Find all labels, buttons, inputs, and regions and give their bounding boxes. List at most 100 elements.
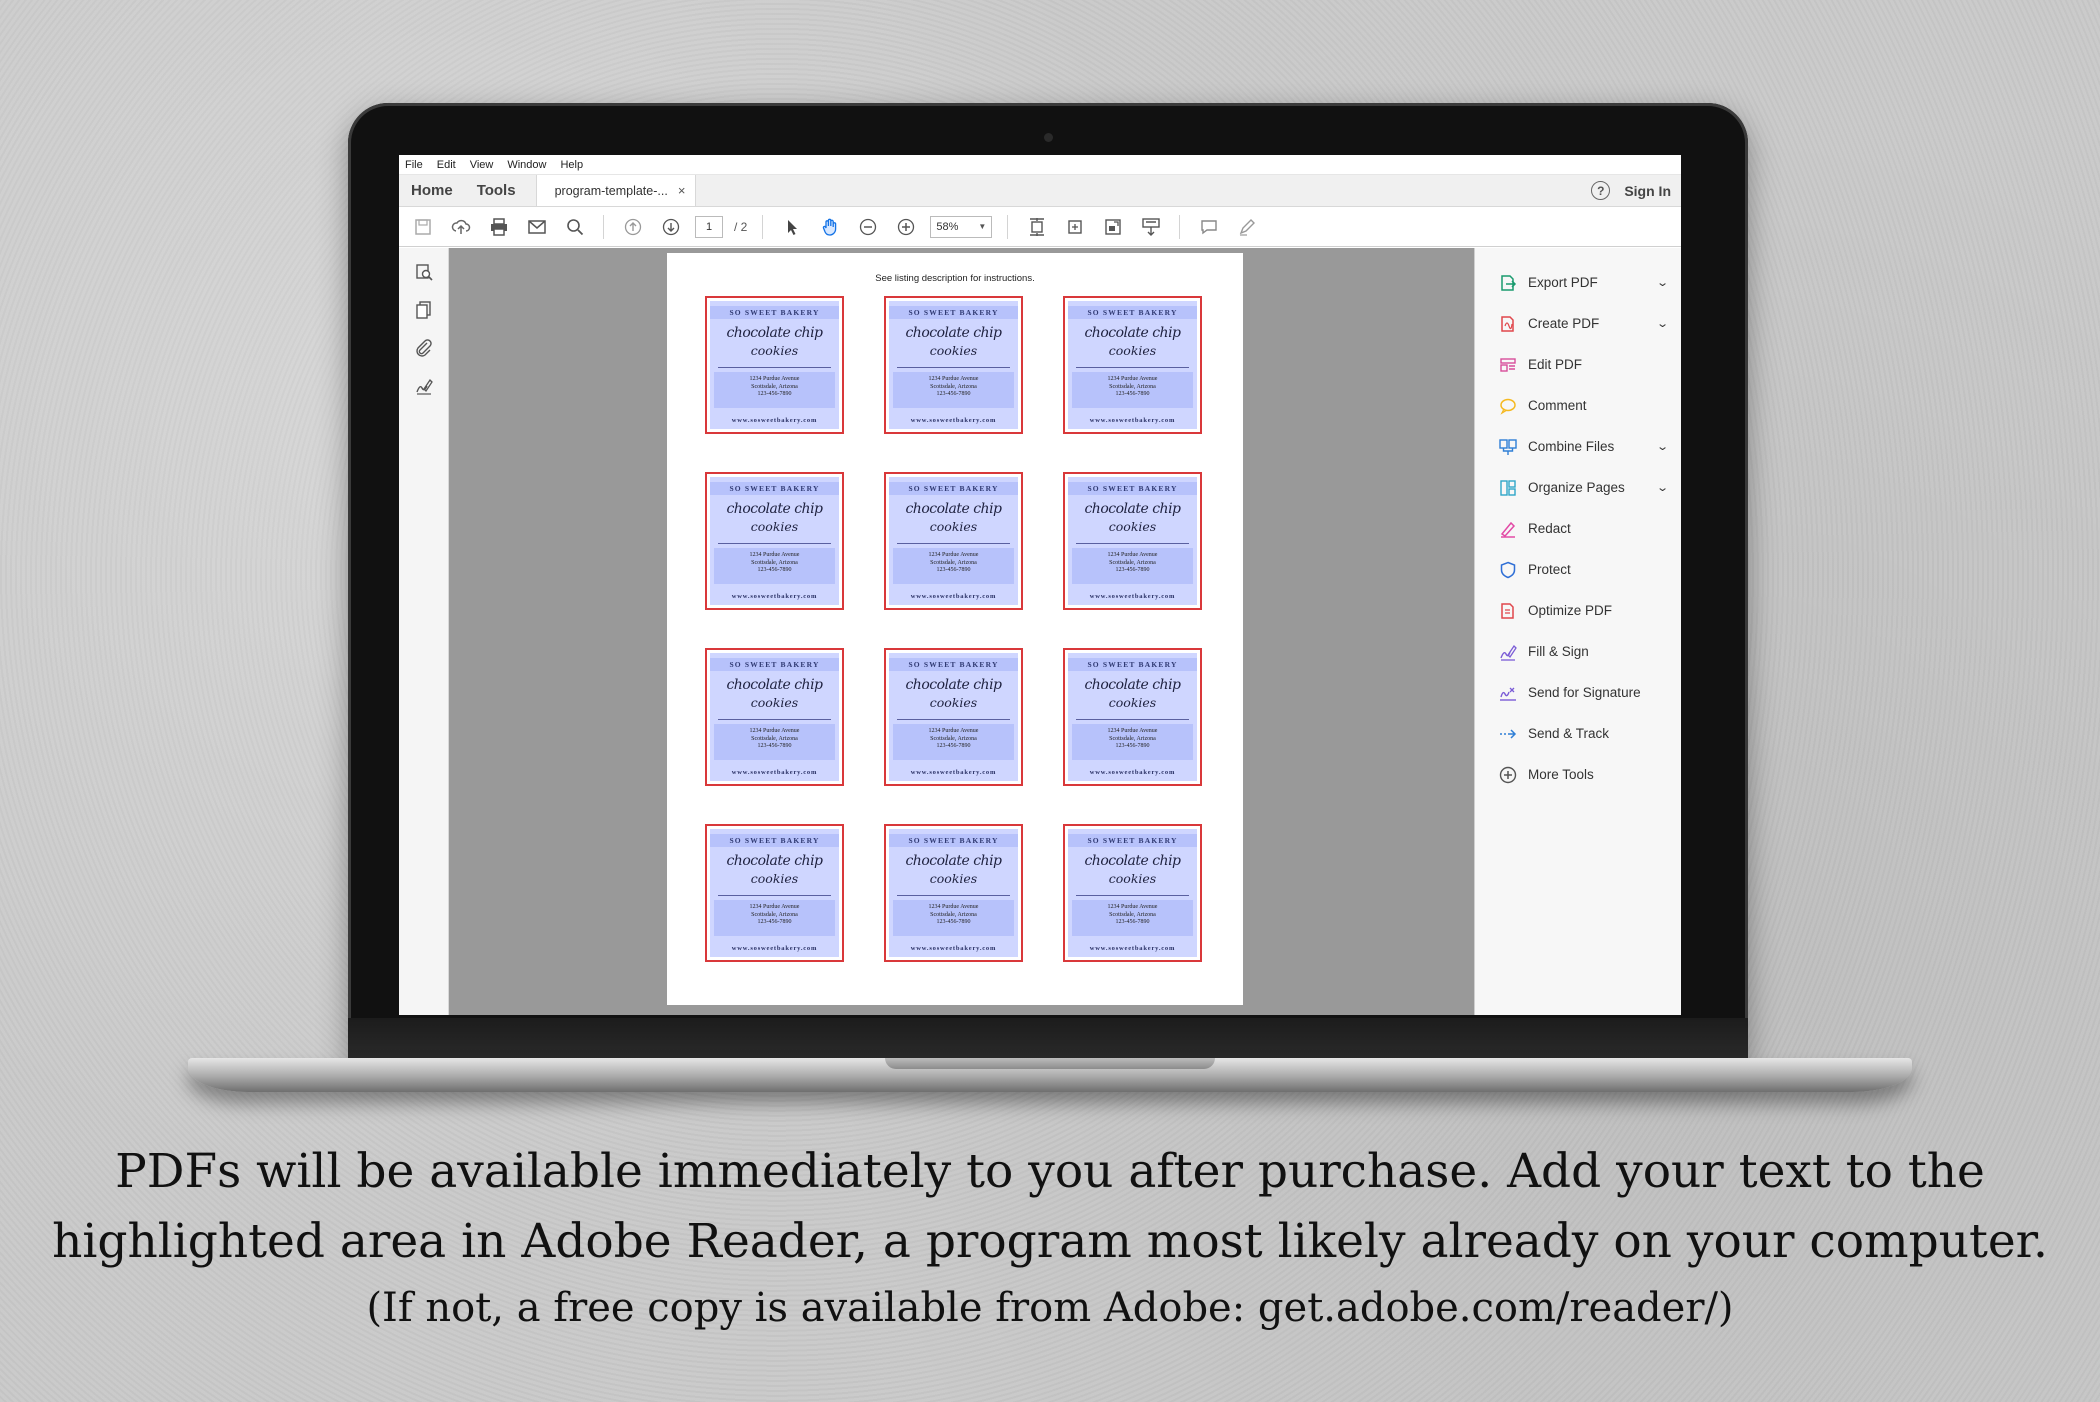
label-highlight-area[interactable]: SO SWEET BAKERY chocolate chip cookies 1… [710,829,839,957]
select-cursor-icon[interactable] [778,213,805,240]
tool-item-export-pdf[interactable]: Export PDF ⌄ [1475,262,1681,303]
label-address-line: 1234 Purdue Avenue [928,904,979,910]
tool-item-send-for-signature[interactable]: Send for Signature [1475,672,1681,713]
label-card[interactable]: SO SWEET BAKERY chocolate chip cookies 1… [705,824,844,962]
zoom-select[interactable]: 58% ▼ [930,215,993,238]
chevron-down-icon[interactable]: ⌄ [1656,481,1669,494]
label-address-box: 1234 Purdue Avenue Scottsdale, Arizona 1… [714,372,835,408]
label-bakery-name: SO SWEET BAKERY [908,484,999,493]
label-highlight-area[interactable]: SO SWEET BAKERY chocolate chip cookies 1… [889,653,1018,781]
comment-icon[interactable] [1195,213,1222,240]
hand-tool-icon[interactable] [816,213,843,240]
toolbar: 1 / 2 58% ▼ [399,207,1681,247]
highlight-pen-icon[interactable] [1233,213,1260,240]
label-highlight-area[interactable]: SO SWEET BAKERY chocolate chip cookies 1… [710,653,839,781]
laptop-bezel [348,1018,1748,1063]
label-highlight-area[interactable]: SO SWEET BAKERY chocolate chip cookies 1… [889,477,1018,605]
label-address-line: 123-456-7890 [1115,743,1150,749]
zoom-in-icon[interactable] [892,213,919,240]
close-icon[interactable]: × [678,183,686,198]
cloud-upload-icon[interactable] [447,213,474,240]
menu-window[interactable]: Window [507,159,546,171]
tool-item-organize-pages[interactable]: Organize Pages ⌄ [1475,467,1681,508]
tool-item-combine-files[interactable]: Combine Files ⌄ [1475,426,1681,467]
label-divider [718,719,831,720]
label-bakery-name: SO SWEET BAKERY [1087,660,1178,669]
tool-item-protect[interactable]: Protect [1475,549,1681,590]
help-icon[interactable]: ? [1591,181,1611,200]
next-page-icon[interactable] [657,213,684,240]
tool-item-label: Edit PDF [1528,357,1583,372]
label-card[interactable]: SO SWEET BAKERY chocolate chip cookies 1… [884,648,1023,786]
previous-page-icon[interactable] [619,213,646,240]
label-card[interactable]: SO SWEET BAKERY chocolate chip cookies 1… [1063,472,1202,610]
label-address-line: Scottsdale, Arizona [1109,911,1156,918]
label-card[interactable]: SO SWEET BAKERY chocolate chip cookies 1… [1063,648,1202,786]
tool-item-fill-sign[interactable]: Fill & Sign [1475,631,1681,672]
attachment-icon[interactable] [410,334,438,362]
label-highlight-area[interactable]: SO SWEET BAKERY chocolate chip cookies 1… [710,477,839,605]
tool-item-comment[interactable]: Comment [1475,385,1681,426]
menu-help[interactable]: Help [560,159,583,171]
chevron-down-icon[interactable]: ⌄ [1656,276,1669,289]
label-address-line: 1234 Purdue Avenue [749,552,800,558]
label-card[interactable]: SO SWEET BAKERY chocolate chip cookies 1… [705,296,844,434]
combine-files-icon [1497,436,1519,458]
menu-edit[interactable]: Edit [437,159,456,171]
label-card[interactable]: SO SWEET BAKERY chocolate chip cookies 1… [1063,824,1202,962]
scroll-mode-icon[interactable] [1137,213,1164,240]
label-highlight-area[interactable]: SO SWEET BAKERY chocolate chip cookies 1… [1068,829,1197,957]
menu-file[interactable]: File [405,159,423,171]
tool-item-create-pdf[interactable]: Create PDF ⌄ [1475,303,1681,344]
toolbar-divider [1179,214,1181,239]
tool-item-send-track[interactable]: Send & Track [1475,713,1681,754]
chevron-down-icon[interactable]: ⌄ [1656,317,1669,330]
menu-view[interactable]: View [470,159,494,171]
label-script-line-2: cookies [750,871,799,886]
label-card[interactable]: SO SWEET BAKERY chocolate chip cookies 1… [884,824,1023,962]
tool-item-more-tools[interactable]: More Tools [1475,754,1681,795]
tool-item-edit-pdf[interactable]: Edit PDF [1475,344,1681,385]
bookmarks-icon[interactable] [410,296,438,324]
label-bakery-name: SO SWEET BAKERY [729,836,820,845]
fit-page-icon[interactable] [1023,213,1050,240]
save-icon[interactable] [409,213,436,240]
label-address-line: 1234 Purdue Avenue [749,728,800,734]
label-card[interactable]: SO SWEET BAKERY chocolate chip cookies 1… [884,296,1023,434]
label-script-line-1: chocolate chip [1084,677,1181,693]
tool-item-redact[interactable]: Redact [1475,508,1681,549]
tool-item-label: More Tools [1528,767,1594,782]
tab-document[interactable]: program-template-... × [535,175,697,206]
label-highlight-area[interactable]: SO SWEET BAKERY chocolate chip cookies 1… [710,301,839,429]
full-screen-icon[interactable] [1099,213,1126,240]
search-icon[interactable] [561,213,588,240]
tab-home[interactable]: Home [399,175,465,206]
label-address-line: 123-456-7890 [757,743,792,749]
label-highlight-area[interactable]: SO SWEET BAKERY chocolate chip cookies 1… [1068,477,1197,605]
label-card[interactable]: SO SWEET BAKERY chocolate chip cookies 1… [884,472,1023,610]
screen: File Edit View Window Help Home Tools pr… [399,155,1681,1015]
sign-in-button[interactable]: Sign In [1624,183,1671,199]
label-divider [1076,367,1189,368]
tool-item-optimize-pdf[interactable]: Optimize PDF [1475,590,1681,631]
label-highlight-area[interactable]: SO SWEET BAKERY chocolate chip cookies 1… [1068,301,1197,429]
label-highlight-area[interactable]: SO SWEET BAKERY chocolate chip cookies 1… [889,829,1018,957]
signature-icon[interactable] [410,372,438,400]
zoom-out-icon[interactable] [854,213,881,240]
chevron-down-icon[interactable]: ⌄ [1656,440,1669,453]
label-highlight-area[interactable]: SO SWEET BAKERY chocolate chip cookies 1… [1068,653,1197,781]
email-icon[interactable] [523,213,550,240]
label-card[interactable]: SO SWEET BAKERY chocolate chip cookies 1… [1063,296,1202,434]
label-card[interactable]: SO SWEET BAKERY chocolate chip cookies 1… [705,472,844,610]
document-area[interactable]: See listing description for instructions… [449,248,1474,1015]
label-script-line-2: cookies [750,519,799,534]
label-highlight-area[interactable]: SO SWEET BAKERY chocolate chip cookies 1… [889,301,1018,429]
print-icon[interactable] [485,213,512,240]
rotate-icon[interactable] [1061,213,1088,240]
label-card[interactable]: SO SWEET BAKERY chocolate chip cookies 1… [705,648,844,786]
pdf-page[interactable]: See listing description for instructions… [667,253,1243,1005]
label-address-line: Scottsdale, Arizona [751,559,798,566]
tab-tools[interactable]: Tools [465,175,528,206]
page-number-input[interactable]: 1 [695,215,723,238]
page-thumbnails-icon[interactable] [410,258,438,286]
